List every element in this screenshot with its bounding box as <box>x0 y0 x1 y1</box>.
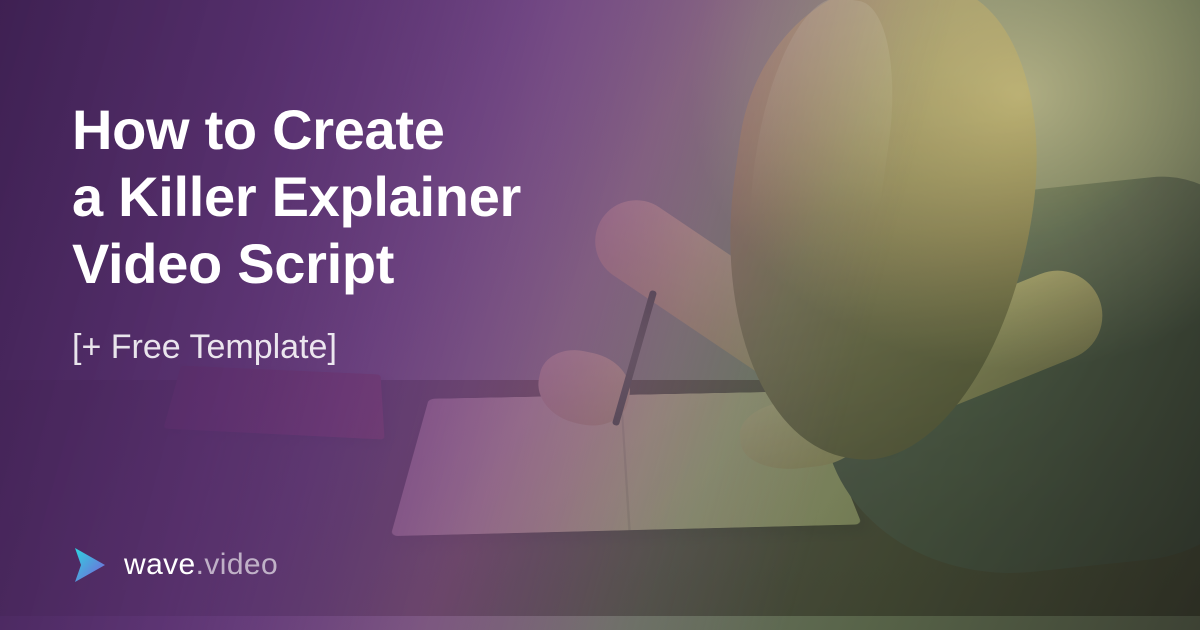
headline-line-3: Video Script <box>72 232 394 295</box>
brand-name-prefix: wave <box>124 548 196 581</box>
brand-wordmark: wave.video <box>124 548 278 582</box>
brand-lockup: wave.video <box>72 546 278 584</box>
headline-line-1: How to Create <box>72 98 445 161</box>
hero-text-block: How to Create a Killer Explainer Video S… <box>72 96 521 367</box>
headline-line-2: a Killer Explainer <box>72 165 521 228</box>
play-triangle-icon <box>72 546 108 584</box>
subheadline: [+ Free Template] <box>72 328 521 367</box>
brand-name-suffix: .video <box>196 548 278 581</box>
headline: How to Create a Killer Explainer Video S… <box>72 96 521 298</box>
